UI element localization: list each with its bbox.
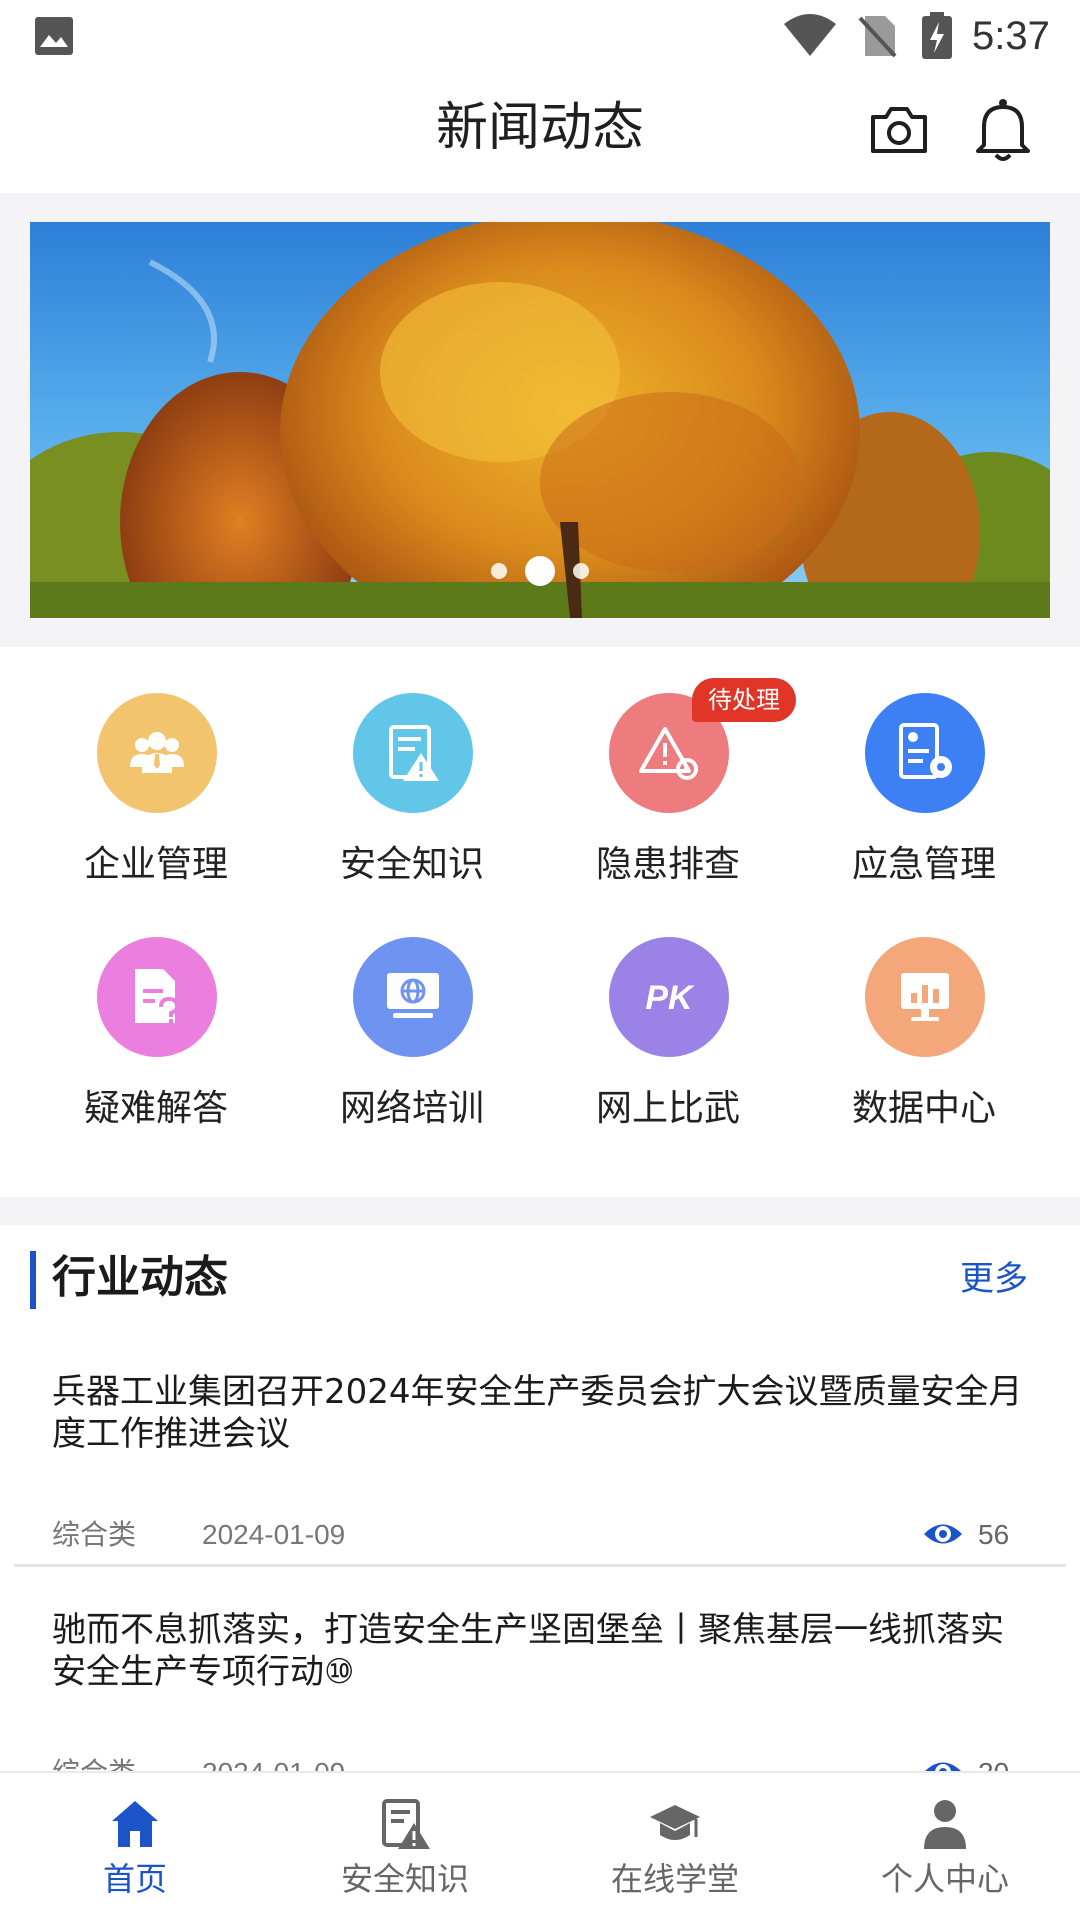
grid-item-data-center[interactable]: 数据中心 (796, 891, 1052, 1129)
tab-label: 首页 (102, 1860, 167, 1898)
grid-item-label: 网上比武 (595, 1088, 740, 1129)
battery-charging-icon (922, 12, 952, 59)
grid-item-web-training[interactable]: 网络培训 (284, 891, 540, 1129)
app-header: 新闻动态 (0, 75, 1080, 193)
grid-item-label: 网络培训 (339, 1088, 484, 1129)
banner-carousel[interactable] (30, 222, 1050, 618)
grid-item-label: 疑难解答 (83, 1088, 228, 1129)
person-icon (924, 1800, 966, 1849)
tab-safety-knowledge[interactable]: 安全知识 (270, 1773, 540, 1922)
pending-badge: 待处理 (692, 678, 796, 722)
news-view-count: 56 (978, 1519, 1010, 1550)
graduation-cap-icon (650, 1805, 700, 1840)
grid-item-safety-knowledge[interactable]: 安全知识 (284, 647, 540, 885)
tab-label: 安全知识 (340, 1860, 469, 1898)
grid-item-label: 数据中心 (851, 1088, 996, 1129)
feature-grid: 企业管理 安全知识 隐患排查 应急管理 待处理 疑难解答 网络培训 PK 网上比… (0, 647, 1080, 1197)
no-sim-icon (858, 16, 897, 58)
team-icon (97, 693, 217, 813)
carousel-dot[interactable] (491, 563, 507, 579)
grid-item-label: 隐患排查 (595, 844, 740, 885)
camera-icon[interactable] (868, 99, 930, 161)
news-title: 驰而不息抓落实，打造安全生产坚固堡垒丨聚焦基层一线抓落实安全生产专项行动⑩ (52, 1610, 1004, 1692)
svg-text:PK: PK (645, 979, 695, 1017)
tab-personal-center[interactable]: 个人中心 (810, 1773, 1080, 1922)
emergency-doc-icon (865, 693, 985, 813)
news-date: 2024-01-09 (202, 1519, 346, 1550)
question-doc-icon (97, 937, 217, 1057)
grid-item-enterprise[interactable]: 企业管理 (28, 647, 284, 885)
carousel-dots (30, 556, 1050, 586)
tab-home[interactable]: 首页 (0, 1773, 270, 1922)
grid-item-label: 应急管理 (851, 844, 996, 885)
home-icon (112, 1801, 158, 1847)
status-time: 5:37 (972, 14, 1050, 58)
safety-doc-icon (382, 1799, 430, 1849)
section-title: 行业动态 (52, 1252, 228, 1303)
safety-doc-icon (353, 693, 473, 813)
industry-news-section: 行业动态 更多 兵器工业集团召开2024年安全生产委员会扩大会议暨质量安全月度工… (0, 1225, 1080, 1775)
banner-area (0, 193, 1080, 647)
data-center-icon (865, 937, 985, 1057)
tab-online-classroom[interactable]: 在线学堂 (540, 1773, 810, 1922)
bottom-nav: 首页 安全知识 在线学堂 个人中心 (0, 1771, 1080, 1922)
wifi-icon (784, 14, 836, 56)
news-category: 综合类 (52, 1518, 137, 1551)
divider (14, 1564, 1066, 1567)
more-link[interactable]: 更多 (960, 1255, 1028, 1303)
section-gap (0, 1197, 1080, 1225)
grid-item-qa[interactable]: 疑难解答 (28, 891, 284, 1129)
news-item[interactable]: 驰而不息抓落实，打造安全生产坚固堡垒丨聚焦基层一线抓落实安全生产专项行动⑩ 综合… (0, 1609, 1080, 1775)
grid-item-emergency[interactable]: 应急管理 (796, 647, 1052, 885)
eye-icon (924, 1524, 962, 1544)
news-item[interactable]: 兵器工业集团召开2024年安全生产委员会扩大会议暨质量安全月度工作推进会议 综合… (0, 1371, 1080, 1607)
tab-label: 个人中心 (880, 1860, 1009, 1898)
carousel-dot[interactable] (573, 563, 589, 579)
web-training-icon (353, 937, 473, 1057)
bell-icon[interactable] (972, 97, 1034, 163)
status-bar: 5:37 (0, 0, 1080, 75)
grid-item-label: 安全知识 (339, 844, 484, 885)
grid-item-label: 企业管理 (83, 844, 228, 885)
carousel-dot-active[interactable] (525, 556, 555, 586)
news-title: 兵器工业集团召开2024年安全生产委员会扩大会议暨质量安全月度工作推进会议 (52, 1372, 1023, 1454)
gallery-icon (35, 17, 73, 55)
grid-item-online-contest[interactable]: PK 网上比武 (540, 891, 796, 1129)
tab-label: 在线学堂 (610, 1860, 739, 1898)
section-accent-bar (30, 1251, 36, 1309)
pk-icon: PK (609, 937, 729, 1057)
